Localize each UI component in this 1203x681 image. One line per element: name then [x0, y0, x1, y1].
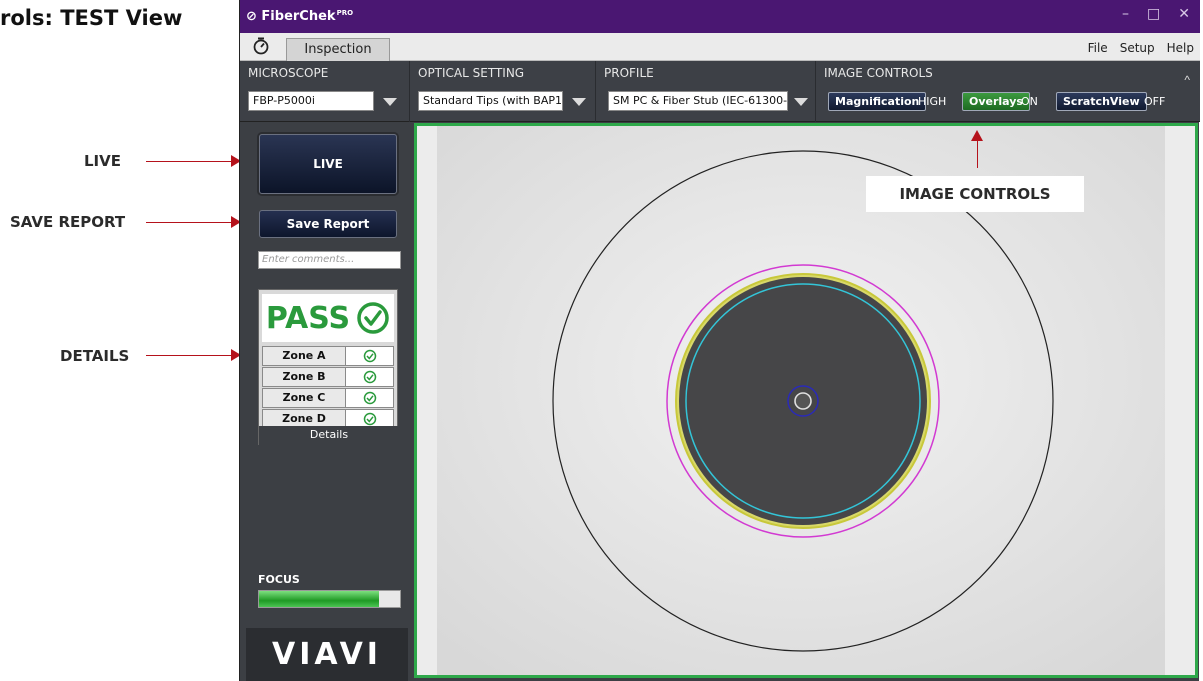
collapse-chevron-icon[interactable]: ^ [1184, 73, 1190, 87]
menu-help[interactable]: Help [1167, 41, 1194, 55]
microscope-label: MICROSCOPE [248, 66, 329, 80]
profile-label: PROFILE [604, 66, 654, 80]
live-button[interactable]: LIVE [259, 134, 397, 194]
left-panel: LIVE Save Report Enter comments... PASS … [246, 123, 408, 628]
zone-row: Zone B [262, 367, 394, 387]
callout-live: LIVE [84, 152, 121, 170]
callout-arrow-save [146, 222, 234, 223]
zone-name: Zone B [262, 367, 346, 387]
callout-save-report: SAVE REPORT [10, 213, 126, 231]
zone-check-icon [363, 349, 376, 363]
comments-input[interactable]: Enter comments... [258, 251, 401, 269]
profile-section: PROFILE SM PC & Fiber Stub (IEC-61300-3 [596, 61, 816, 122]
optical-section: OPTICAL SETTING Standard Tips (with BAP1… [410, 61, 596, 122]
vendor-logo: VIAVI [246, 628, 408, 681]
maximize-icon[interactable]: □ [1147, 6, 1160, 22]
callout-arrowhead-image-controls [971, 130, 983, 141]
menu-bar: Inspection File Setup Help [240, 33, 1200, 61]
fiber-core [794, 392, 812, 410]
details-label[interactable]: Details [259, 426, 399, 446]
zone-row: Zone A [262, 346, 394, 366]
zone-list: Zone A Zone B Zone C Zone D [262, 346, 394, 430]
focus-meter [258, 590, 401, 608]
focus-label: FOCUS [258, 573, 300, 586]
menu-file[interactable]: File [1088, 41, 1108, 55]
details-panel[interactable]: PASS Zone A Zone B Zone C Zone D Details [258, 289, 399, 446]
zone-check-icon [363, 412, 376, 426]
menu-setup[interactable]: Setup [1120, 41, 1155, 55]
optical-dropdown-icon[interactable] [572, 98, 586, 106]
title-bar: ⊘ FiberChekPRO – □ ✕ [240, 0, 1200, 33]
save-report-button[interactable]: Save Report [259, 210, 397, 238]
microscope-select[interactable]: FBP-P5000i [248, 91, 374, 111]
magnification-state: HIGH [918, 95, 947, 108]
document-title: rols: TEST View [0, 6, 183, 30]
overlays-state: ON [1021, 95, 1038, 108]
callout-arrow-live [146, 161, 234, 162]
magnification-button[interactable]: Magnification [828, 92, 927, 111]
tab-inspection[interactable]: Inspection [286, 38, 390, 61]
microscope-dropdown-icon[interactable] [383, 98, 397, 106]
callout-arrow-details [146, 355, 234, 356]
zone-status [346, 367, 394, 387]
zone-status [346, 388, 394, 408]
profile-select[interactable]: SM PC & Fiber Stub (IEC-61300-3 [608, 91, 788, 111]
profile-dropdown-icon[interactable] [794, 98, 808, 106]
pass-check-icon [357, 302, 389, 334]
callout-arrow-image-controls [977, 140, 978, 168]
callout-image-controls: IMAGE CONTROLS [866, 176, 1084, 212]
optical-select[interactable]: Standard Tips (with BAP1) [418, 91, 563, 111]
microscope-section: MICROSCOPE FBP-P5000i [240, 61, 410, 122]
zone-status [346, 346, 394, 366]
result-box: PASS [262, 294, 394, 342]
pass-result: PASS [265, 300, 351, 336]
scratchview-state: OFF [1144, 95, 1166, 108]
zone-check-icon [363, 370, 376, 384]
stopwatch-icon[interactable] [252, 37, 270, 55]
optical-label: OPTICAL SETTING [418, 66, 525, 80]
app-window: ⊘ FiberChekPRO – □ ✕ Inspection File Set… [239, 0, 1200, 681]
focus-meter-fill [259, 591, 379, 607]
image-controls-label: IMAGE CONTROLS [824, 66, 933, 80]
toolbar: MICROSCOPE FBP-P5000i OPTICAL SETTING St… [240, 61, 1200, 122]
minimize-icon[interactable]: – [1122, 6, 1129, 22]
zone-name: Zone A [262, 346, 346, 366]
callout-details: DETAILS [60, 347, 130, 365]
zone-name: Zone C [262, 388, 346, 408]
overlays-button[interactable]: Overlays [962, 92, 1030, 111]
image-controls-section: IMAGE CONTROLS Magnification HIGH Overla… [816, 61, 1200, 122]
scratchview-button[interactable]: ScratchView [1056, 92, 1147, 111]
zone-row: Zone C [262, 388, 394, 408]
zone-check-icon [363, 391, 376, 405]
close-icon[interactable]: ✕ [1178, 6, 1190, 22]
logo-text: VIAVI [272, 637, 382, 672]
app-brand: ⊘ FiberChekPRO [246, 9, 354, 24]
